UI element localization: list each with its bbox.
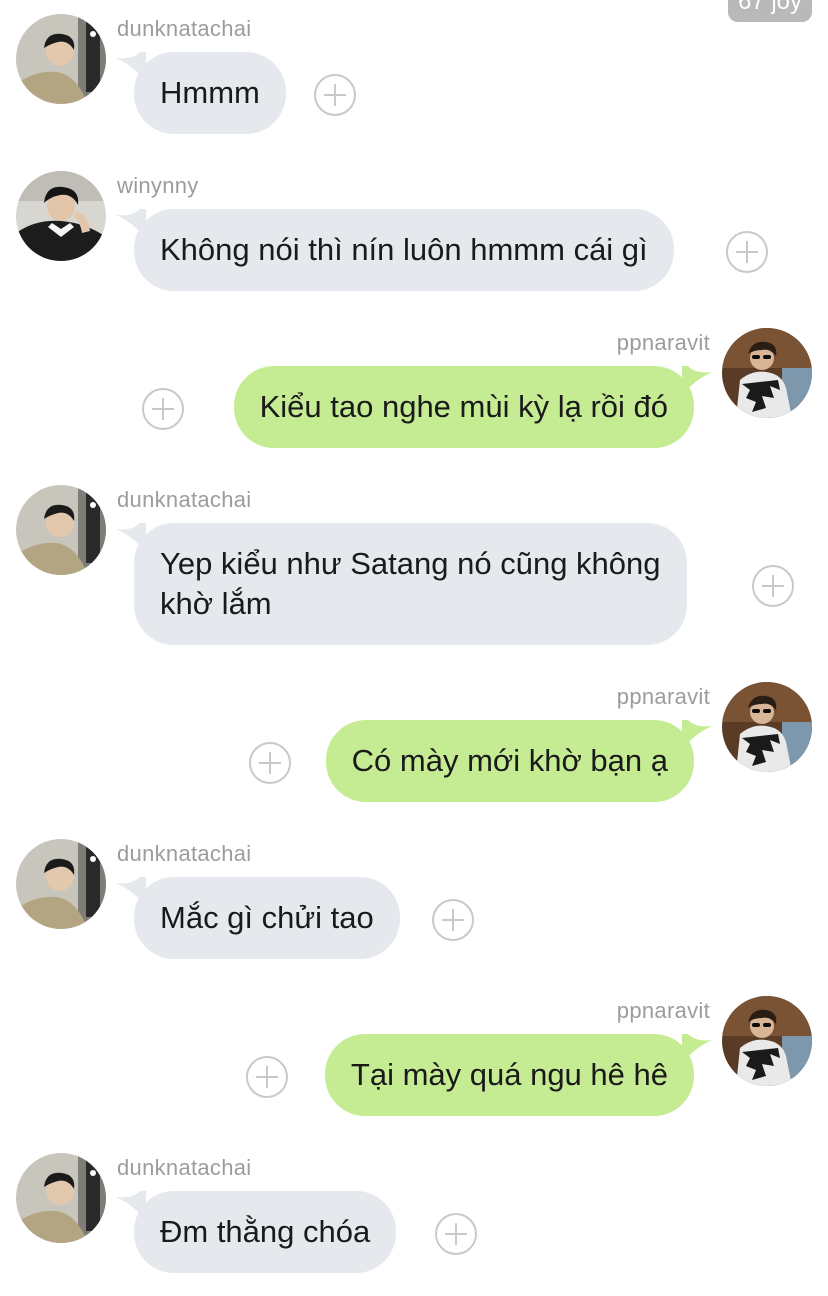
avatar-dunknatachai[interactable] [16, 839, 106, 929]
add-reaction-icon[interactable] [435, 1213, 477, 1255]
sender-username: winynny [117, 173, 199, 198]
message-bubble[interactable]: Tại mày quá ngu hê hê [324, 1034, 694, 1116]
sender-username: ppnaravit [616, 684, 710, 709]
avatar-ppnaravit[interactable] [722, 328, 812, 418]
message-bubble[interactable]: Đm thằng chóa [134, 1191, 397, 1273]
add-reaction-icon[interactable] [432, 899, 474, 941]
message-bubble[interactable]: Có mày mới khờ bạn ạ [325, 720, 694, 802]
sender-username: dunknatachai [117, 841, 252, 866]
sender-username: dunknatachai [117, 1155, 252, 1180]
add-reaction-icon[interactable] [142, 388, 184, 430]
avatar-dunknatachai[interactable] [16, 14, 106, 104]
avatar-ppnaravit[interactable] [722, 996, 812, 1086]
avatar-dunknatachai[interactable] [16, 1153, 106, 1243]
avatar-winynny[interactable] [16, 171, 106, 261]
message-bubble[interactable]: Yep kiểu như Satang nó cũng không khờ lắ… [134, 523, 687, 645]
add-reaction-icon[interactable] [314, 74, 356, 116]
add-reaction-icon[interactable] [246, 1056, 288, 1098]
avatar-ppnaravit[interactable] [722, 682, 812, 772]
add-reaction-icon[interactable] [726, 231, 768, 273]
add-reaction-icon[interactable] [752, 565, 794, 607]
message-bubble[interactable]: Kiểu tao nghe mùi kỳ lạ rồi đó [233, 366, 694, 448]
sender-username: ppnaravit [616, 998, 710, 1023]
sender-username: dunknatachai [117, 487, 252, 512]
message-line: khờ lắm [160, 586, 272, 621]
message-bubble[interactable]: Hmmm [134, 52, 286, 134]
message-bubble[interactable]: Mắc gì chửi tao [134, 877, 400, 959]
sender-username: ppnaravit [616, 330, 710, 355]
message-line: Yep kiểu như Satang nó cũng không [160, 546, 661, 581]
unread-badge: 67 joy [727, 0, 812, 22]
add-reaction-icon[interactable] [249, 742, 291, 784]
message-bubble[interactable]: Không nói thì nín luôn hmmm cái gì [134, 209, 674, 291]
sender-username: dunknatachai [117, 16, 252, 41]
chat-screen: 67 joy dunknatachai Hmmm winynny Không n… [0, 0, 828, 1296]
avatar-dunknatachai[interactable] [16, 485, 106, 575]
